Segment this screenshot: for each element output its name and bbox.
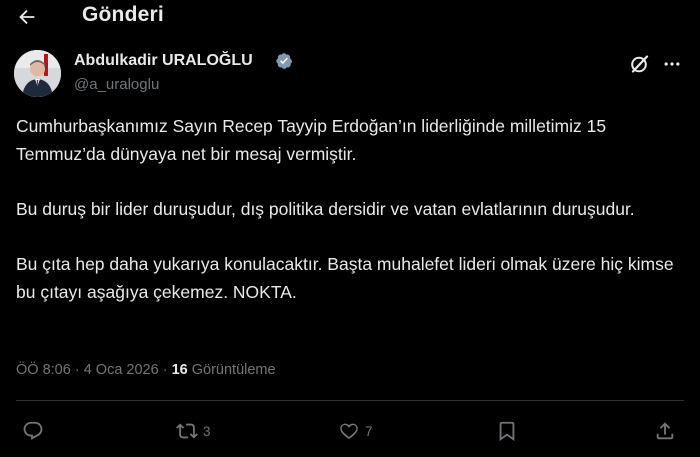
meta-separator: · [158, 362, 172, 378]
share-button[interactable] [654, 416, 681, 446]
more-options-button[interactable] [660, 52, 684, 76]
tweet-paragraph: Bu duruş bir lider duruşudur, dış politi… [16, 199, 635, 219]
tweet-text: Cumhurbaşkanımız Sayın Recep Tayyip Erdo… [16, 112, 688, 333]
tweet-paragraph: Cumhurbaşkanımız Sayın Recep Tayyip Erdo… [16, 116, 607, 164]
back-button[interactable] [10, 2, 44, 32]
author-name[interactable]: Abdulkadir URALOĞLU [74, 52, 253, 70]
like-count: 7 [365, 423, 373, 439]
views-count: 16 [171, 362, 188, 378]
reply-icon [23, 421, 43, 440]
tweet-paragraph: Bu çıta hep daha yukarıya konulacaktır. … [16, 254, 674, 302]
views-label: Görüntüleme [191, 362, 276, 378]
tweet-time[interactable]: ÖÖ 8:06 [16, 362, 71, 378]
avatar-image [14, 50, 61, 97]
reply-button[interactable] [22, 416, 49, 446]
grok-button[interactable] [628, 52, 652, 76]
tweet-meta: ÖÖ 8:06 · 4 Oca 2026 · 16 Görüntüleme [16, 362, 276, 378]
bookmark-button[interactable] [496, 416, 523, 446]
verified-badge-icon [276, 53, 293, 69]
retweet-icon [176, 423, 198, 439]
tweet-date[interactable]: 4 Oca 2026 [84, 362, 159, 378]
like-button[interactable]: 7 [338, 416, 373, 446]
meta-separator: · [70, 362, 84, 378]
retweet-count: 3 [203, 423, 211, 439]
author-handle[interactable]: @a_uraloglu [74, 76, 159, 93]
share-icon [656, 422, 674, 440]
arrow-left-icon [19, 9, 35, 25]
bookmark-icon [499, 421, 515, 442]
heart-icon [340, 423, 358, 439]
divider [16, 400, 684, 401]
author-row: Abdulkadir URALOĞLU @a_uraloglu [0, 44, 700, 98]
avatar[interactable] [14, 50, 61, 97]
more-dots-icon [664, 62, 680, 66]
retweet-button[interactable]: 3 [176, 416, 211, 446]
grok-icon [631, 55, 649, 73]
action-bar: 3 7 [0, 416, 700, 446]
header: Gönderi [0, 0, 700, 34]
page-title: Gönderi [82, 3, 164, 26]
